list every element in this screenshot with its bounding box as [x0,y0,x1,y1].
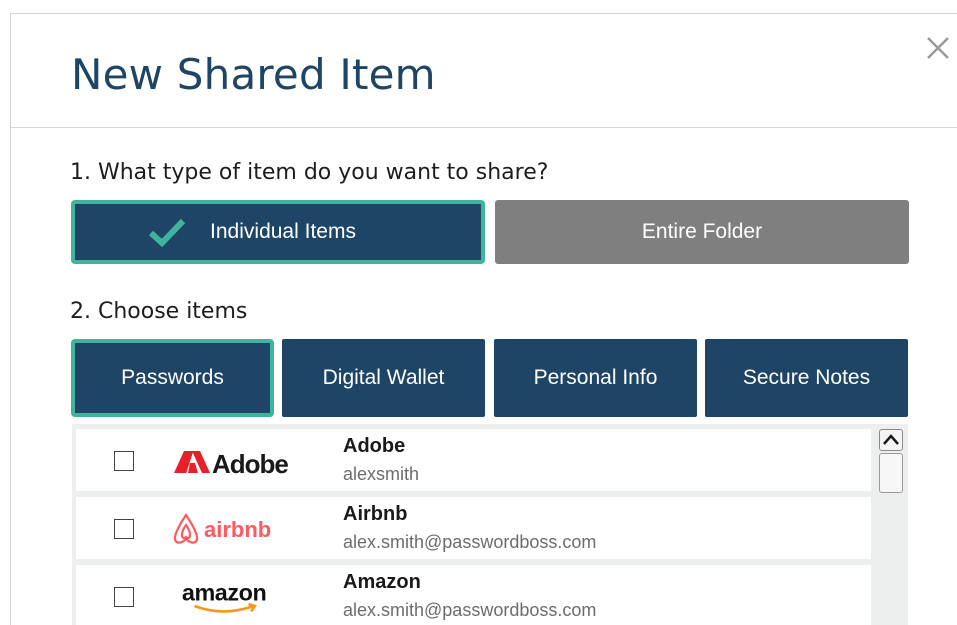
entire-folder-label: Entire Folder [641,220,763,243]
adobe-logo: Adobe [174,449,289,479]
item-name: Airbnb [343,503,408,525]
tab-passwords[interactable]: Passwords [71,339,274,417]
individual-items-button[interactable]: Individual Items [71,200,485,264]
tab-digital-wallet[interactable]: Digital Wallet [282,339,485,417]
list-item-adobe[interactable]: Adobe Adobe alexsmith [76,429,871,491]
list-item-amazon[interactable]: amazon Amazon alex.smith@passwordboss.co… [76,565,871,625]
item-username: alex.smith@passwordboss.com [343,600,597,620]
item-name: Adobe [343,435,406,457]
dialog-header: New Shared Item [11,14,957,128]
individual-items-label: Individual Items [210,220,356,243]
step2-label: 2. Choose items [70,299,248,324]
item-checkbox[interactable] [114,519,134,539]
airbnb-logo: airbnb [173,513,271,544]
amazon-logo: amazon [182,580,267,613]
close-button[interactable] [925,35,951,61]
scroll-up-button[interactable] [879,429,903,451]
item-name: Amazon [343,571,421,593]
close-icon [927,37,949,59]
amazon-logo-text: amazon [182,580,266,606]
checkmark-icon [149,218,186,247]
scroll-thumb[interactable] [879,453,903,493]
entire-folder-button[interactable]: Entire Folder [495,200,909,264]
list-item-airbnb[interactable]: airbnb Airbnb alex.smith@passwordboss.co… [76,497,871,559]
tab-passwords-label: Passwords [121,366,224,389]
tab-personal-info[interactable]: Personal Info [494,339,697,417]
step1-label: 1. What type of item do you want to shar… [70,160,549,185]
airbnb-logo-text: airbnb [204,517,271,542]
item-username: alex.smith@passwordboss.com [343,532,597,552]
tab-digital-wallet-label: Digital Wallet [322,366,445,389]
list-scrollbar[interactable] [877,424,905,625]
item-checkbox[interactable] [114,587,134,607]
tab-secure-notes-label: Secure Notes [742,366,871,389]
item-checkbox[interactable] [114,451,134,471]
tab-personal-info-label: Personal Info [533,366,658,389]
tab-secure-notes[interactable]: Secure Notes [705,339,908,417]
new-shared-item-dialog: New Shared Item 1. What type of item do … [10,13,957,625]
dialog-title: New Shared Item [71,50,436,99]
item-username: alexsmith [343,464,420,484]
adobe-logo-text: Adobe [212,449,288,479]
chevron-up-icon [883,434,899,445]
items-list: Adobe Adobe alexsmith airbnb Airbnb alex… [72,424,908,625]
